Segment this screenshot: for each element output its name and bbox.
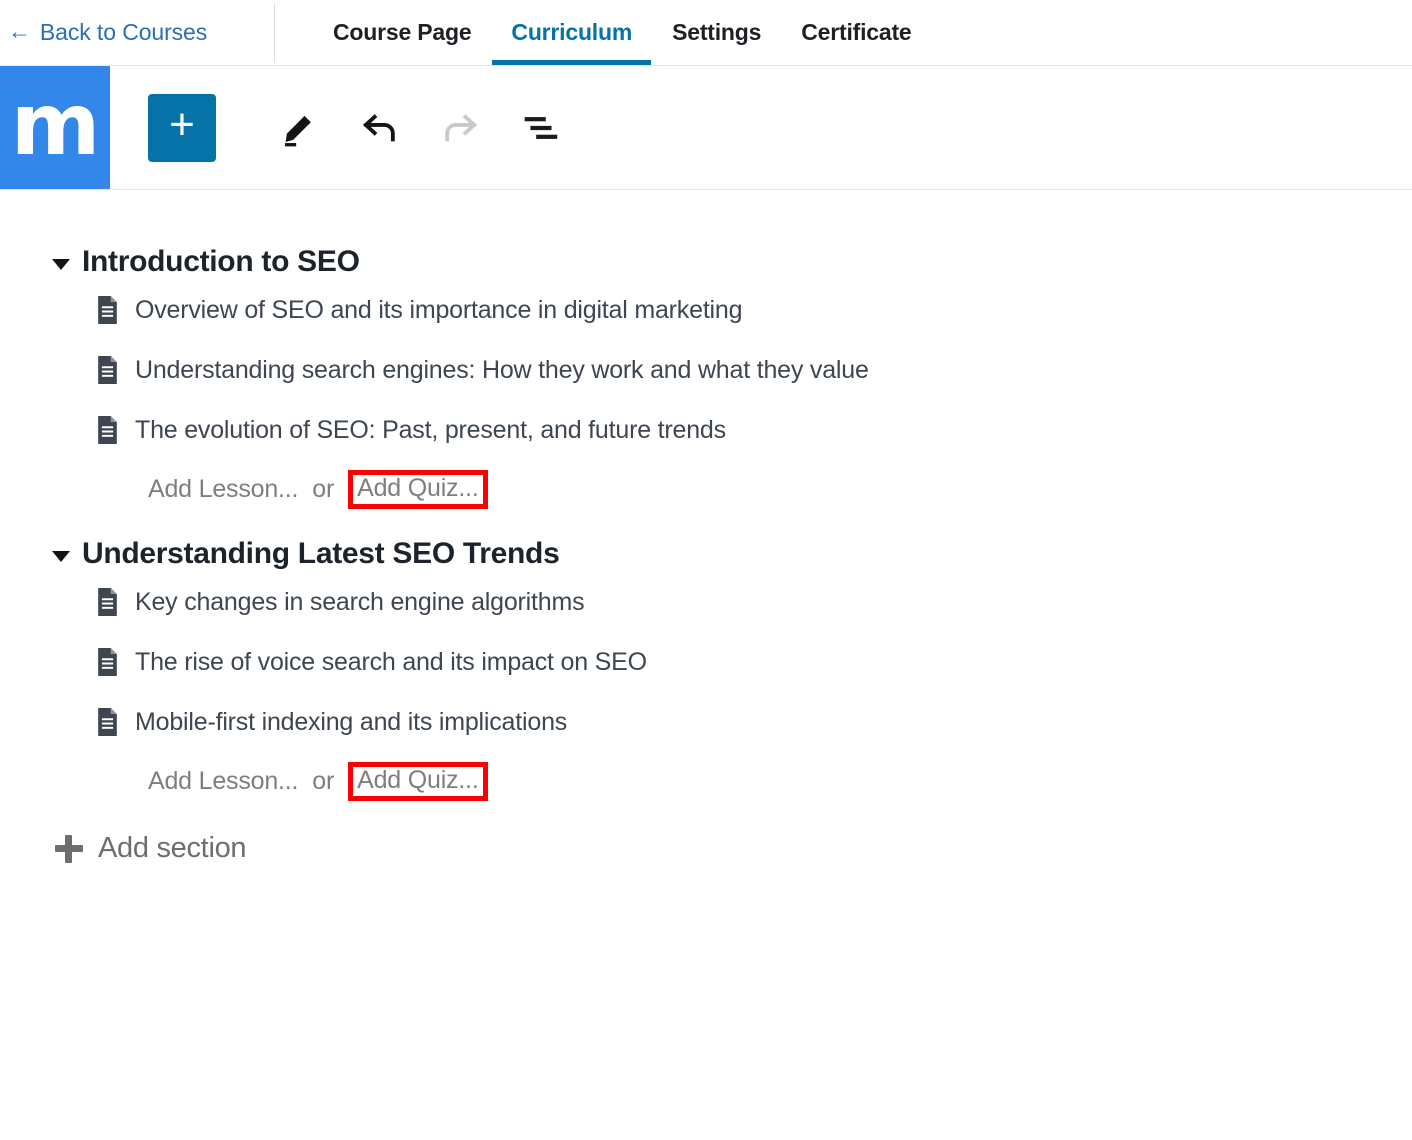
undo-arrow-icon xyxy=(362,113,395,141)
plus-icon xyxy=(55,834,83,863)
lesson-item[interactable]: The rise of voice search and its impact … xyxy=(0,632,1412,692)
add-quiz-highlight-box: Add Quiz... xyxy=(348,761,488,801)
chevron-down-icon[interactable] xyxy=(52,550,70,562)
document-icon xyxy=(98,648,117,676)
undo-button[interactable] xyxy=(340,105,420,151)
lesson-item[interactable]: The evolution of SEO: Past, present, and… xyxy=(0,400,1412,460)
section-title: Understanding Latest SEO Trends xyxy=(82,537,560,570)
curriculum-content: Introduction to SEO Overview of SEO and … xyxy=(0,190,1412,865)
lesson-item[interactable]: Overview of SEO and its importance in di… xyxy=(0,280,1412,340)
lesson-title: The evolution of SEO: Past, present, and… xyxy=(135,416,726,444)
sort-button[interactable] xyxy=(500,105,580,151)
document-icon xyxy=(98,296,117,324)
lesson-title: Understanding search engines: How they w… xyxy=(135,356,869,384)
lesson-title: Mobile-first indexing and its implicatio… xyxy=(135,708,568,736)
tab-bar: Course Page Curriculum Settings Certific… xyxy=(313,0,932,65)
document-icon xyxy=(98,356,117,384)
add-button[interactable]: + xyxy=(148,93,216,162)
curriculum-section: Introduction to SEO Overview of SEO and … xyxy=(0,244,1412,518)
editor-toolbar-row: m + xyxy=(0,66,1412,190)
header-divider xyxy=(274,3,275,62)
add-quiz-link[interactable]: Add Quiz... xyxy=(357,767,479,793)
document-icon xyxy=(98,708,117,736)
plus-icon: + xyxy=(169,99,195,149)
document-icon xyxy=(98,588,117,616)
back-to-courses-link[interactable]: ← Back to Courses xyxy=(0,0,274,65)
app-logo[interactable]: m xyxy=(0,66,110,189)
arrow-left-icon: ← xyxy=(8,18,31,44)
tab-curriculum[interactable]: Curriculum xyxy=(491,0,652,65)
curriculum-section: Understanding Latest SEO Trends Key chan… xyxy=(0,536,1412,810)
add-lesson-link[interactable]: Add Lesson... xyxy=(148,475,298,504)
lesson-item[interactable]: Understanding search engines: How they w… xyxy=(0,340,1412,400)
add-lesson-link[interactable]: Add Lesson... xyxy=(148,767,298,796)
add-quiz-highlight-box: Add Quiz... xyxy=(348,469,488,509)
chevron-down-icon[interactable] xyxy=(52,258,70,270)
lesson-item[interactable]: Mobile-first indexing and its implicatio… xyxy=(0,692,1412,752)
logo-letter-m: m xyxy=(10,74,101,175)
lesson-item[interactable]: Key changes in search engine algorithms xyxy=(0,572,1412,632)
document-icon xyxy=(98,416,117,444)
section-header-understanding-latest-seo-trends[interactable]: Understanding Latest SEO Trends xyxy=(0,536,1412,572)
lesson-title: The rise of voice search and its impact … xyxy=(135,648,647,676)
edit-button[interactable] xyxy=(260,107,340,149)
tab-certificate[interactable]: Certificate xyxy=(781,0,931,65)
tab-settings[interactable]: Settings xyxy=(652,0,781,65)
editor-toolbar: + xyxy=(110,66,1412,189)
or-separator-label: or xyxy=(312,474,335,503)
redo-button[interactable] xyxy=(420,105,500,151)
content-top-spacer xyxy=(0,190,1412,244)
add-quiz-link[interactable]: Add Quiz... xyxy=(357,475,479,501)
lesson-title: Overview of SEO and its importance in di… xyxy=(135,296,743,324)
add-section-button[interactable]: Add section xyxy=(0,832,1412,865)
sort-lines-icon xyxy=(524,116,558,139)
tab-course-page[interactable]: Course Page xyxy=(313,0,491,65)
section-add-row: Add Lesson... or Add Quiz... xyxy=(0,460,1412,518)
lesson-title: Key changes in search engine algorithms xyxy=(135,588,585,616)
add-section-label: Add section xyxy=(98,832,247,864)
redo-arrow-icon xyxy=(445,113,478,141)
back-to-courses-label: Back to Courses xyxy=(39,19,208,45)
top-header: ← Back to Courses Course Page Curriculum… xyxy=(0,0,1412,66)
section-header-introduction-to-seo[interactable]: Introduction to SEO xyxy=(0,244,1412,280)
or-separator-label: or xyxy=(312,766,335,795)
section-title: Introduction to SEO xyxy=(82,245,360,278)
pencil-icon xyxy=(284,115,311,146)
section-add-row: Add Lesson... or Add Quiz... xyxy=(0,752,1412,810)
